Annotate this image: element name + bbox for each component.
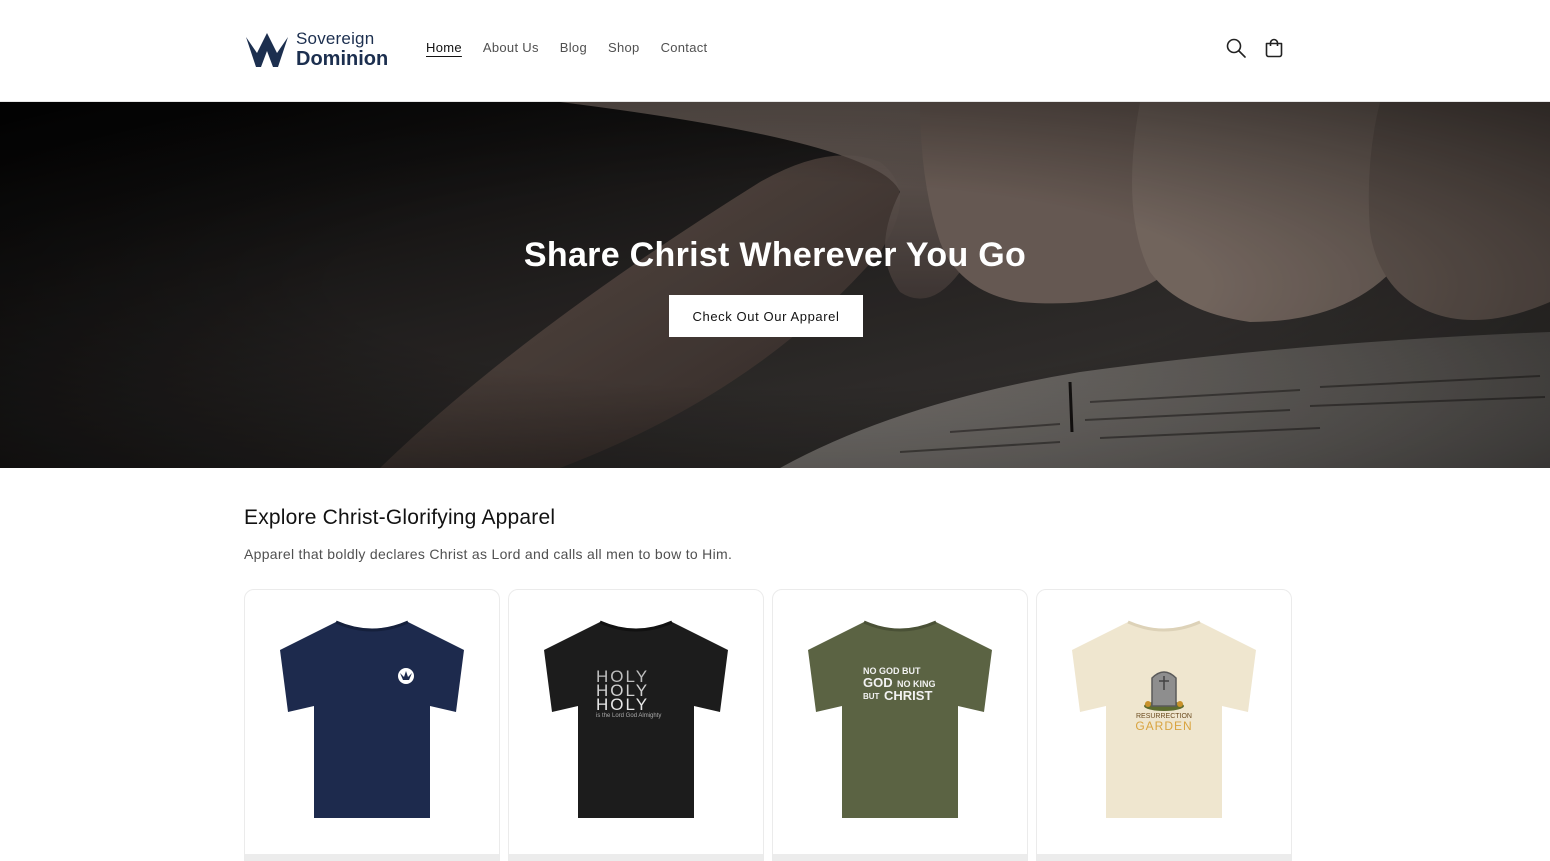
tshirt-holy-image: HOLY HOLY HOLY is the Lord God Almighty bbox=[544, 620, 728, 818]
collection-title: Explore Christ-Glorifying Apparel bbox=[244, 506, 556, 529]
product-card[interactable]: NO GOD BUT GOD NO KING BUT CHRIST bbox=[772, 589, 1028, 861]
product-card[interactable]: RESURRECTION GARDEN bbox=[1036, 589, 1292, 861]
search-icon[interactable] bbox=[1224, 36, 1248, 60]
crown-logo-icon bbox=[246, 33, 288, 67]
tshirt-no-god-but-god-image: NO GOD BUT GOD NO KING BUT CHRIST bbox=[808, 620, 992, 818]
svg-text:CHRIST: CHRIST bbox=[884, 688, 932, 703]
collection-subtitle: Apparel that boldly declares Christ as L… bbox=[244, 546, 733, 562]
nav-contact[interactable]: Contact bbox=[661, 40, 708, 55]
brand-name: Sovereign Dominion bbox=[296, 30, 388, 69]
site-header: Sovereign Dominion Home About Us Blog Sh… bbox=[0, 0, 1550, 102]
card-footer-strip bbox=[1037, 854, 1291, 860]
svg-text:is the Lord God Almighty: is the Lord God Almighty bbox=[596, 713, 661, 719]
card-footer-strip bbox=[509, 854, 763, 860]
brand-name-line1: Sovereign bbox=[296, 28, 375, 48]
brand-name-line2: Dominion bbox=[296, 47, 389, 70]
svg-text:GARDEN: GARDEN bbox=[1135, 719, 1192, 733]
product-grid: HOLY HOLY HOLY is the Lord God Almighty … bbox=[244, 589, 1292, 861]
product-card[interactable]: HOLY HOLY HOLY is the Lord God Almighty bbox=[508, 589, 764, 861]
card-footer-strip bbox=[245, 854, 499, 860]
nav-home[interactable]: Home bbox=[426, 40, 462, 55]
hero-background-image bbox=[0, 102, 1550, 468]
product-card[interactable] bbox=[244, 589, 500, 861]
card-footer-strip bbox=[773, 854, 1027, 860]
check-out-apparel-button[interactable]: Check Out Our Apparel bbox=[669, 295, 863, 337]
main-nav: Home About Us Blog Shop Contact bbox=[426, 40, 707, 55]
cart-icon[interactable] bbox=[1262, 36, 1286, 60]
nav-blog[interactable]: Blog bbox=[560, 40, 587, 55]
nav-shop[interactable]: Shop bbox=[608, 40, 640, 55]
tshirt-navy-image bbox=[280, 620, 464, 818]
brand-logo[interactable]: Sovereign Dominion bbox=[244, 27, 394, 71]
hero-banner: Share Christ Wherever You Go Check Out O… bbox=[0, 102, 1550, 468]
svg-text:BUT: BUT bbox=[863, 692, 880, 701]
svg-text:HOLY: HOLY bbox=[596, 695, 649, 714]
hero-title: Share Christ Wherever You Go bbox=[523, 236, 1027, 274]
nav-about-us[interactable]: About Us bbox=[483, 40, 539, 55]
tshirt-resurrection-garden-image: RESURRECTION GARDEN bbox=[1072, 620, 1256, 818]
